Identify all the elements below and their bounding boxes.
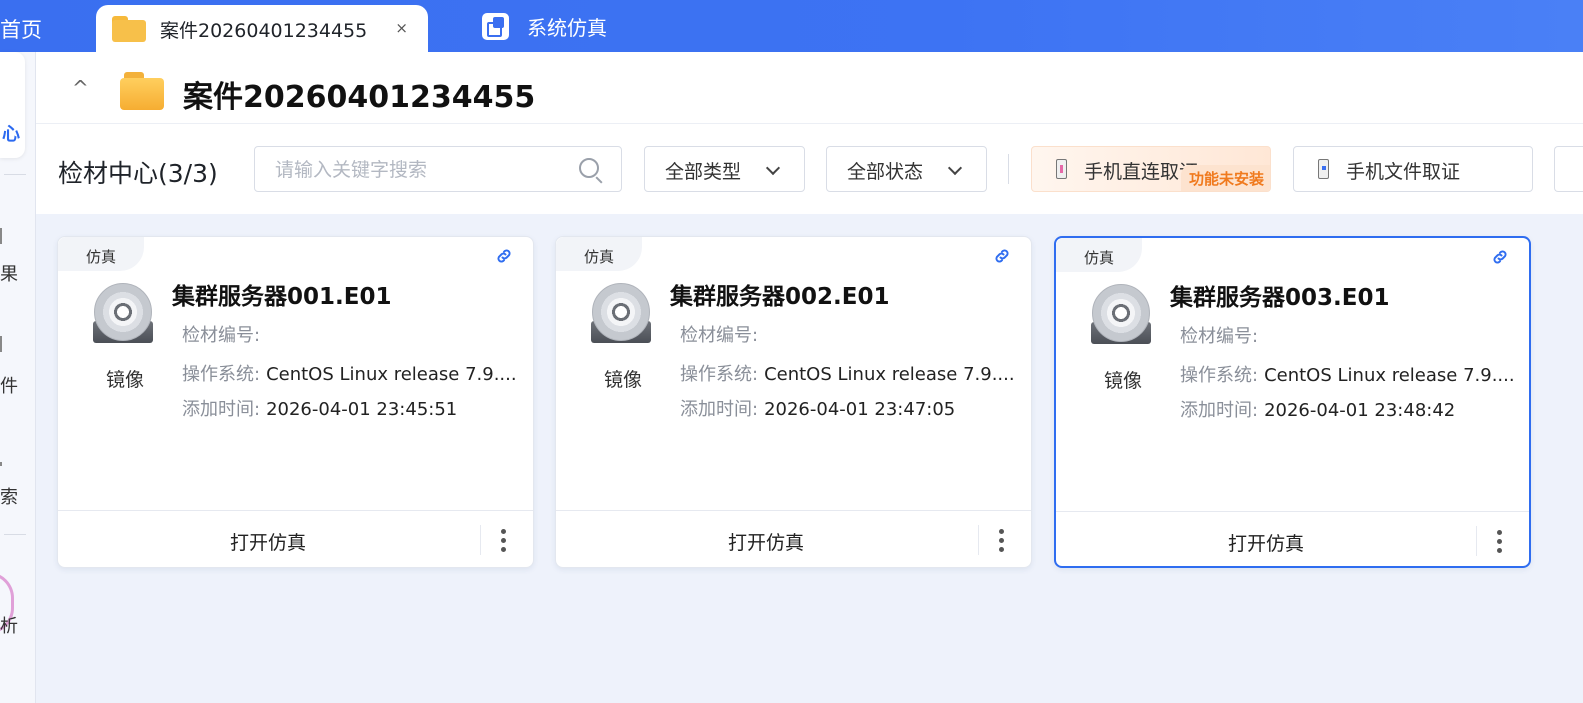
case-header: ^ 案件20260401234455 [36,52,1583,124]
sidebar: 心 果 件 索 析 [0,52,36,703]
evidence-os-row: 操作系统: CentOS Linux release 7.9.... [182,364,517,385]
phone-icon [1056,159,1067,179]
tab-system-simulation[interactable]: 系统仿真 [482,12,607,41]
card-footer: 打开仿真 [1056,511,1529,566]
evidence-card[interactable]: 仿真 镜像 集群服务器002.E01 检材编号: 操作系统: CentOS Lin… [555,236,1032,568]
more-vertical-icon[interactable] [1489,528,1509,556]
phone-file-icon [1318,159,1329,179]
evidence-name: 集群服务器002.E01 [670,284,890,310]
phone-file-forensics-button[interactable]: 手机文件取证 [1293,146,1533,192]
simulation-icon [482,13,509,40]
evidence-name: 集群服务器003.E01 [1170,285,1390,311]
disk-image-icon [93,283,154,345]
evidence-os-row: 操作系统: CentOS Linux release 7.9.... [1180,365,1515,386]
evidence-id-row: 检材编号: [680,325,759,346]
evidence-kind: 镜像 [106,369,145,391]
simulation-tag: 仿真 [1056,238,1142,272]
type-filter-select[interactable]: 全部类型 [644,146,805,192]
evidence-kind: 镜像 [1104,370,1143,392]
evidence-kind: 镜像 [604,369,643,391]
section-title: 检材中心(3/3) [58,159,218,188]
evidence-card[interactable]: 仿真 镜像 集群服务器001.E01 检材编号: 操作系统: CentOS Lin… [57,236,534,568]
disk-image-icon [1091,284,1152,346]
tab-case-label: 案件20260401234455 [160,19,368,42]
type-filter-value: 全部类型 [665,161,742,183]
simulation-tag: 仿真 [58,237,144,271]
link-icon[interactable] [495,247,513,265]
toolbar-more-button[interactable] [1554,146,1583,192]
search-input[interactable] [275,157,565,183]
evidence-time-row: 添加时间: 2026-04-01 23:48:42 [1180,400,1456,421]
folder-icon [120,72,164,110]
status-filter-select[interactable]: 全部状态 [826,146,987,192]
evidence-name: 集群服务器001.E01 [172,284,392,310]
disk-image-icon [591,283,652,345]
evidence-card[interactable]: 仿真 镜像 集群服务器003.E01 检材编号: 操作系统: CentOS Lin… [1054,236,1531,568]
sidebar-item-evidence-center[interactable]: 心 [0,52,25,158]
evidence-os-row: 操作系统: CentOS Linux release 7.9.... [680,364,1015,385]
status-filter-value: 全部状态 [847,161,924,183]
search-icon[interactable] [579,158,599,178]
toolbar: 检材中心(3/3) 全部类型 全部状态 手机直连取证 功能未安装 手机文件取证 [36,124,1583,214]
evidence-id-row: 检材编号: [1180,326,1259,347]
sidebar-item-label: 心 [2,124,20,145]
close-icon[interactable]: × [395,19,408,37]
card-footer: 打开仿真 [58,510,533,567]
chevron-up-icon[interactable]: ^ [72,76,89,100]
not-installed-badge: 功能未安装 [1180,165,1270,191]
sidebar-item-files[interactable]: 件 [0,372,18,398]
search-box [254,146,622,192]
sidebar-divider [4,174,26,175]
evidence-time-row: 添加时间: 2026-04-01 23:47:05 [680,399,956,420]
sidebar-icon [0,462,2,466]
sidebar-icon [0,228,2,244]
sidebar-icon [0,336,2,352]
tab-sim-label: 系统仿真 [527,16,607,40]
tab-bar: 首页 案件20260401234455 × 系统仿真 [0,0,1583,53]
open-simulation-button[interactable]: 打开仿真 [556,511,976,567]
tab-home[interactable]: 首页 [0,14,42,44]
evidence-id-row: 检材编号: [182,325,261,346]
sidebar-item-search[interactable]: 索 [0,483,18,509]
phone-direct-forensics-button[interactable]: 手机直连取证 功能未安装 [1031,146,1271,192]
more-vertical-icon[interactable] [493,527,513,555]
sidebar-divider [4,534,26,535]
open-simulation-button[interactable]: 打开仿真 [1056,512,1476,566]
chevron-down-icon [947,160,963,176]
more-vertical-icon[interactable] [991,527,1011,555]
page-title: 案件20260401234455 [183,80,536,115]
link-icon[interactable] [1491,248,1509,266]
simulation-tag: 仿真 [556,237,642,271]
card-footer: 打开仿真 [556,510,1031,567]
tab-case[interactable]: 案件20260401234455 × [96,5,428,53]
link-icon[interactable] [993,247,1011,265]
phone-file-label: 手机文件取证 [1346,161,1461,183]
sidebar-item-analysis[interactable]: 析 [0,612,18,638]
open-simulation-button[interactable]: 打开仿真 [58,511,478,567]
sidebar-item-results[interactable]: 果 [0,260,18,286]
evidence-time-row: 添加时间: 2026-04-01 23:45:51 [182,399,458,420]
chevron-down-icon [765,160,781,176]
folder-icon [112,16,146,42]
toolbar-divider [1008,154,1009,184]
